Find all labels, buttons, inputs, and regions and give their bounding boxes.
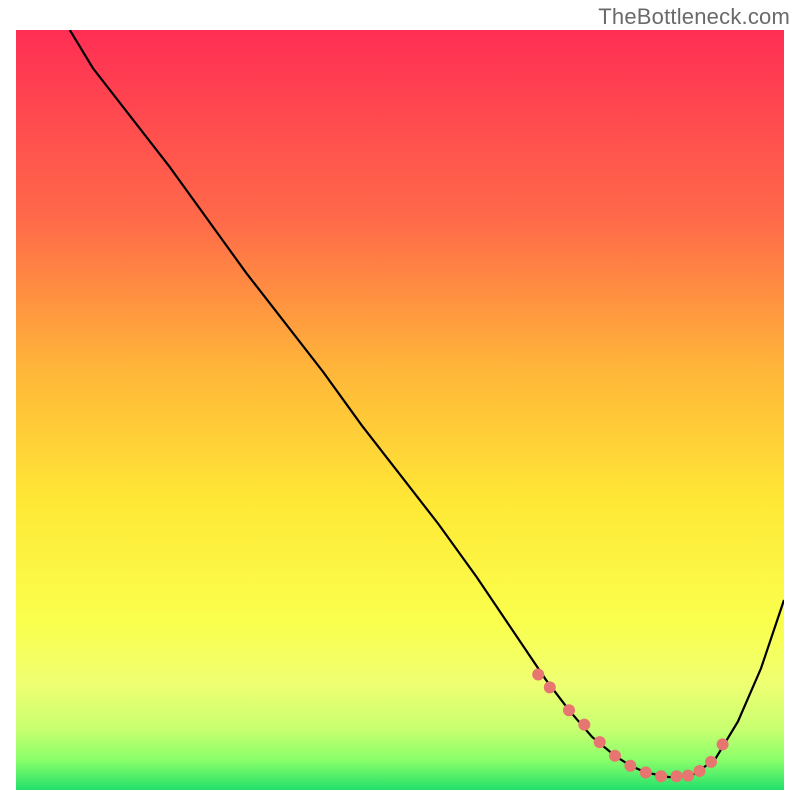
highlight-dot [578, 719, 590, 731]
highlight-dot [532, 669, 544, 681]
highlight-dot [594, 736, 606, 748]
highlight-dot [655, 770, 667, 782]
highlight-dot [705, 756, 717, 768]
highlight-dot [640, 767, 652, 779]
highlight-dot [624, 760, 636, 772]
highlight-dot [544, 681, 556, 693]
highlight-dot [563, 704, 575, 716]
highlight-dot [717, 738, 729, 750]
highlight-dot [694, 765, 706, 777]
chart-svg [16, 30, 784, 790]
highlight-dot [671, 770, 683, 782]
plot-area [16, 30, 784, 790]
chart-container: TheBottleneck.com [0, 0, 800, 800]
highlight-dot [609, 750, 621, 762]
highlight-dot [682, 770, 694, 782]
watermark-text: TheBottleneck.com [598, 4, 790, 30]
gradient-background [16, 30, 784, 790]
